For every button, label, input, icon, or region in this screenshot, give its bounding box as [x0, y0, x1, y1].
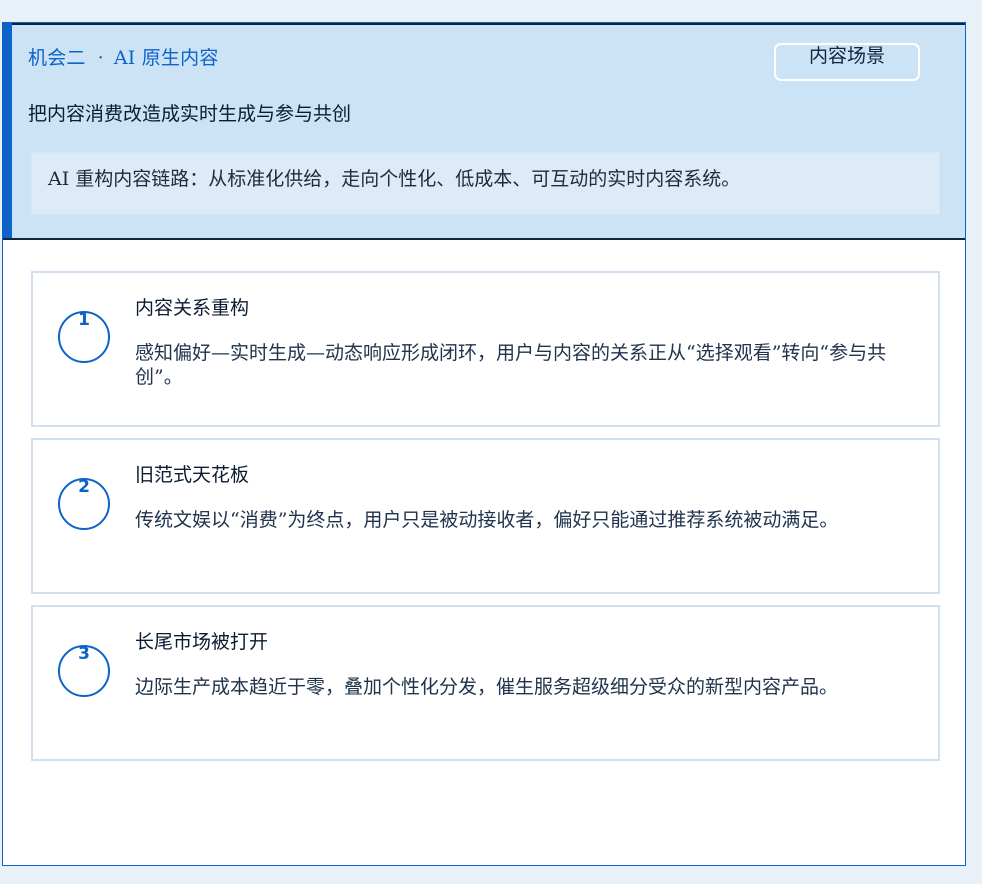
- item-title: 长尾市场被打开: [135, 631, 269, 653]
- number-badge: 2: [58, 477, 110, 530]
- section-subtitle: 把内容消费改造成实时生成与参与共创: [28, 103, 352, 125]
- card-header: 机会二 · AI 原生内容 内容场景 把内容消费改造成实时生成与参与共创 AI 重构…: [3, 23, 965, 240]
- item-description: 边际生产成本趋近于零，叠加个性化分发，催生服务超级细分受众的新型内容产品。: [135, 676, 839, 698]
- number-badge-label: 1: [78, 310, 90, 330]
- header-top-rule: [3, 23, 965, 25]
- item-title: 内容关系重构: [135, 297, 250, 319]
- section-eyebrow: 机会二 · AI 原生内容: [28, 43, 219, 70]
- number-badge-label: 2: [78, 477, 90, 497]
- eyebrow-title: AI 原生内容: [113, 47, 219, 69]
- header-accent-bar: [3, 23, 12, 238]
- list-item: 2 旧范式天花板 传统文娱以“消费”为终点，用户只是被动接收者，偏好只能通过推荐…: [31, 438, 940, 594]
- list-item: 1 内容关系重构 感知偏好—实时生成—动态响应形成闭环，用户与内容的关系正从“选…: [31, 271, 940, 427]
- item-title: 旧范式天花板: [135, 464, 250, 486]
- item-description: 传统文娱以“消费”为终点，用户只是被动接收者，偏好只能通过推荐系统被动满足。: [135, 509, 839, 531]
- number-badge-label: 3: [78, 644, 90, 664]
- number-badge: 3: [58, 644, 110, 697]
- eyebrow-separator: ·: [97, 47, 104, 69]
- number-badge: 1: [58, 310, 110, 363]
- category-tag: 内容场景: [774, 43, 920, 81]
- item-description: 感知偏好—实时生成—动态响应形成闭环，用户与内容的关系正从“选择观看”转向“参与…: [135, 342, 887, 388]
- list-item: 3 长尾市场被打开 边际生产成本趋近于零，叠加个性化分发，催生服务超级细分受众的…: [31, 605, 940, 761]
- eyebrow-prefix: 机会二: [28, 47, 86, 69]
- opportunity-card: 机会二 · AI 原生内容 内容场景 把内容消费改造成实时生成与参与共创 AI 重构…: [2, 22, 966, 866]
- summary-box: AI 重构内容链路：从标准化供给，走向个性化、低成本、可互动的实时内容系统。: [31, 152, 940, 215]
